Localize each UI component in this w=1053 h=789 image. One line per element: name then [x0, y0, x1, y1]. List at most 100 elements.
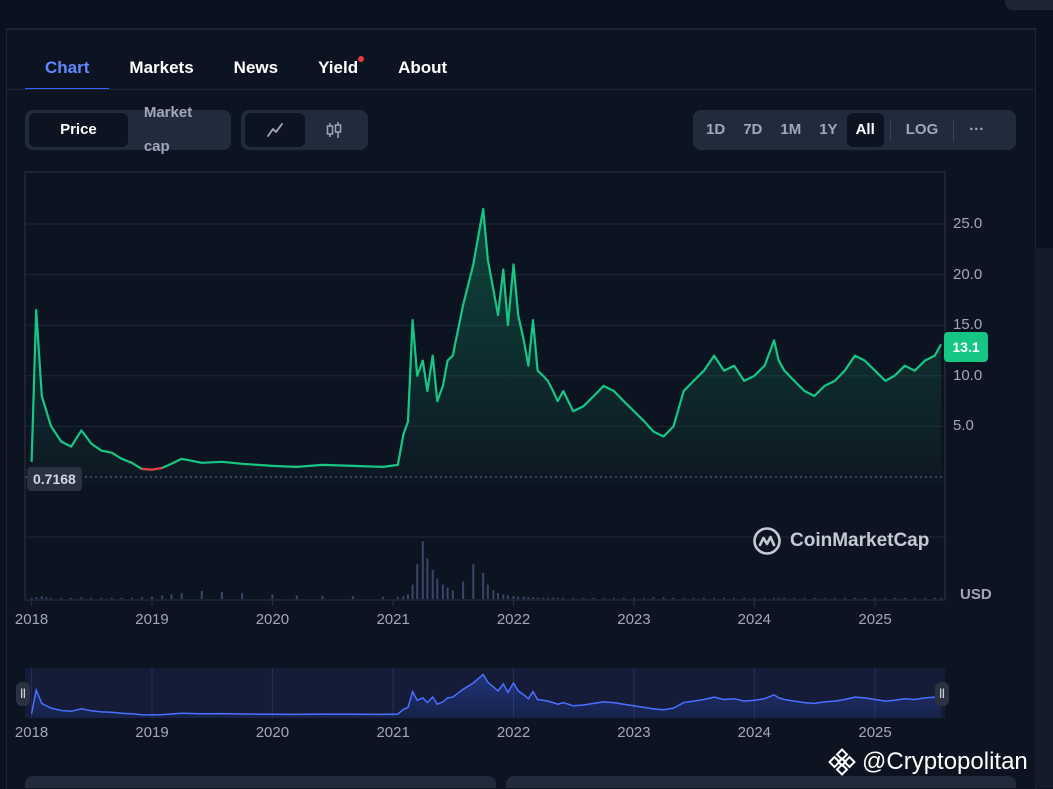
volume-bar — [295, 595, 298, 599]
volume-bar — [492, 590, 495, 599]
current-price-tag: 13.1 — [944, 332, 988, 362]
volume-bar — [472, 564, 475, 599]
volume-bar — [552, 597, 555, 599]
volume-bar — [506, 595, 509, 599]
navigator-tick-label: 2023 — [617, 724, 651, 741]
volume-bar — [643, 597, 646, 599]
volume-bar — [110, 597, 113, 599]
x-tick-label: 2022 — [496, 611, 531, 628]
volume-bar — [833, 597, 836, 599]
navigator-tick-label: 2022 — [496, 724, 531, 741]
volume-bar — [923, 597, 926, 599]
volume-bar — [546, 597, 549, 599]
volume-bar — [753, 597, 756, 599]
volume-bar — [486, 584, 489, 599]
volume-bar — [783, 597, 786, 599]
volume-bar — [893, 597, 896, 599]
volume-bar — [874, 597, 877, 599]
bottom-card-left — [25, 776, 496, 788]
volume-bar — [407, 594, 409, 599]
x-tick-label: 2019 — [135, 611, 169, 628]
volume-bar — [40, 596, 43, 599]
volume-bar — [884, 597, 887, 599]
volume-bar — [451, 590, 454, 599]
volume-bar — [482, 572, 485, 599]
volume-bar — [220, 592, 223, 599]
volume-bar — [532, 597, 534, 599]
x-tick-label: 2021 — [376, 611, 410, 628]
x-tick-label: 2025 — [858, 611, 892, 628]
watermark-text: CoinMarketCap — [790, 530, 930, 551]
volume-bar — [80, 597, 83, 599]
volume-bar — [863, 597, 866, 599]
volume-bar — [45, 597, 48, 599]
cryptopolitan-credit: @Cryptopolitan — [828, 748, 1028, 776]
volume-bar — [241, 593, 244, 599]
volume-bar — [622, 597, 625, 599]
volume-bar — [517, 596, 520, 599]
y-tick-label: 15.0 — [953, 316, 983, 334]
price-chart[interactable] — [0, 0, 1053, 788]
x-tick-label: 2024 — [737, 611, 772, 628]
low-price-label: 0.7168 — [27, 467, 82, 491]
x-tick-label: 2023 — [617, 611, 651, 628]
volume-bar — [161, 595, 164, 599]
volume-bar — [562, 597, 565, 599]
volume-bar — [351, 596, 354, 599]
volume-bar — [402, 596, 405, 599]
x-tick-label: 2018 — [14, 611, 49, 628]
volume-bar — [933, 597, 936, 599]
volume-bar — [733, 597, 736, 599]
y-tick-label: 20.0 — [953, 265, 983, 283]
volume-bar — [200, 590, 203, 599]
volume-bar — [682, 597, 685, 599]
coinmarketcap-watermark: CoinMarketCap — [752, 526, 929, 556]
volume-bar — [446, 587, 449, 599]
volume-bar — [672, 597, 675, 599]
volume-bar — [823, 597, 826, 599]
navigator-left-handle[interactable]: || — [16, 682, 30, 706]
volume-bar — [652, 597, 655, 599]
volume-bar — [803, 597, 806, 599]
volume-bar — [35, 597, 38, 599]
navigator-tick-label: 2019 — [135, 724, 169, 741]
coinmarketcap-logo-icon — [753, 527, 781, 555]
volume-bar — [913, 597, 916, 599]
navigator-tick-label: 2021 — [376, 724, 410, 741]
volume-bar — [426, 558, 429, 599]
volume-bar — [702, 597, 705, 599]
volume-bar — [321, 596, 324, 599]
volume-bar — [853, 597, 856, 599]
volume-bar — [582, 597, 585, 599]
volume-bar — [743, 597, 746, 599]
volume-bar — [170, 594, 173, 599]
volume-bar — [431, 570, 434, 599]
volume-bar — [416, 564, 419, 599]
volume-bar — [527, 597, 530, 599]
volume-bar — [120, 597, 123, 599]
volume-bar — [777, 597, 780, 599]
navigator-tick-label: 2018 — [14, 724, 49, 741]
volume-bar — [436, 578, 439, 599]
credit-text: @Cryptopolitan — [862, 748, 1028, 775]
volume-bar — [632, 597, 635, 599]
volume-bar — [130, 597, 133, 599]
volume-bar — [773, 597, 776, 599]
volume-bar — [90, 597, 93, 599]
volume-bar — [522, 596, 525, 599]
volume-bar — [70, 597, 73, 599]
volume-bar — [381, 596, 384, 599]
volume-bar — [60, 597, 63, 599]
volume-bar — [592, 597, 595, 599]
volume-bar — [843, 597, 846, 599]
volume-bar — [411, 584, 414, 599]
x-tick-label: 2020 — [255, 611, 290, 628]
volume-bar — [140, 597, 143, 599]
volume-bar — [602, 597, 605, 599]
currency-label: USD — [960, 586, 992, 603]
navigator-tick-label: 2025 — [858, 724, 892, 741]
volume-bar — [50, 597, 53, 599]
volume-bar — [556, 597, 559, 599]
volume-bar — [612, 597, 615, 599]
navigator-right-handle[interactable]: || — [935, 682, 949, 706]
